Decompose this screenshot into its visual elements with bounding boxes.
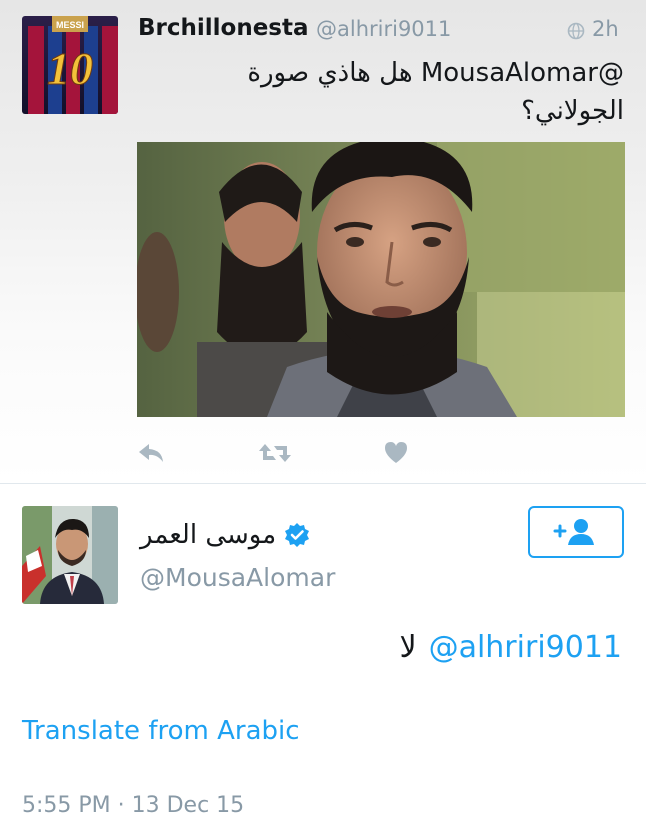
like-icon[interactable] [383,440,409,466]
reply-tweet-text: لا @alhriri9011 [399,630,622,665]
verified-badge-icon [285,523,310,547]
reply-text-word: لا [399,630,417,665]
translate-link[interactable]: Translate from Arabic [22,716,300,746]
reply-author-avatar[interactable] [22,506,118,604]
add-user-icon [553,519,594,545]
retweet-icon[interactable] [258,440,292,466]
tweet-photo[interactable] [137,142,625,417]
reply-author-name[interactable]: موسى العمر [140,520,276,550]
follow-button[interactable] [528,506,624,558]
jersey-avatar-image: MESSI 10 [22,16,118,114]
reply-icon[interactable] [137,440,165,466]
jersey-number-text: 10 [47,43,93,94]
jersey-name-text: MESSI [56,20,84,30]
quoted-author-name[interactable]: Brchillonesta [138,15,309,41]
quoted-tweet-text-line2: الجولاني؟ [521,96,624,126]
reply-author-handle[interactable]: @MousaAlomar [140,563,335,592]
bearded-man-photo [137,142,625,417]
quoted-tweet-text-line1: @MousaAlomar هل هاذي صورة [247,58,624,88]
reply-author-name-row: موسى العمر [140,520,310,550]
man-in-suit-avatar-image [22,506,118,604]
tweet-divider [0,483,646,484]
globe-icon [567,22,585,40]
quoted-tweet-time: 2h [592,17,619,41]
tweet-actions [137,440,427,468]
reply-mention-link[interactable]: @alhriri9011 [429,630,622,665]
quoted-author-handle[interactable]: @alhriri9011 [316,17,451,41]
quoted-tweet-text: @MousaAlomar هل هاذي صورة الجولاني؟ [154,54,624,130]
tweet-timestamp: 5:55 PM · 13 Dec 15 [22,793,245,818]
author-avatar[interactable]: MESSI 10 [22,16,118,114]
